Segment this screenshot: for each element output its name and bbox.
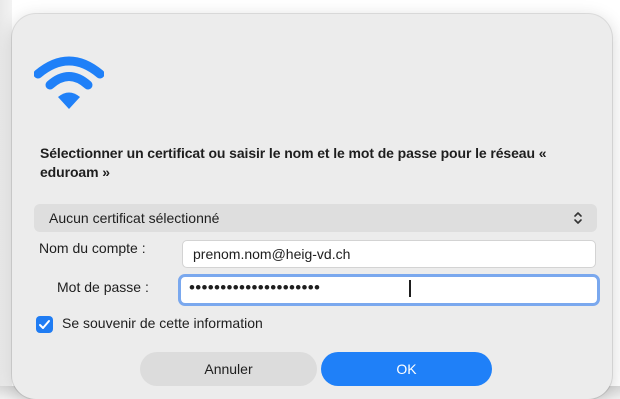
password-label: Mot de passe :: [57, 279, 149, 295]
ok-button[interactable]: OK: [321, 352, 492, 386]
text-caret: [409, 280, 411, 297]
remember-checkbox[interactable]: [36, 316, 53, 333]
password-field[interactable]: •••••••••••••••••••••: [178, 274, 600, 306]
window-edge: [0, 0, 12, 399]
dialog-message: Sélectionner un certificat ou saisir le …: [40, 145, 547, 180]
chevron-up-down-icon: [574, 212, 582, 224]
account-name-field[interactable]: prenom.nom@heig-vd.ch: [182, 240, 596, 268]
wifi-credentials-dialog: Sélectionner un certificat ou saisir le …: [12, 14, 612, 399]
password-value: •••••••••••••••••••••: [189, 278, 321, 297]
account-label: Nom du compte :: [39, 240, 146, 256]
certificate-select-value: Aucun certificat sélectionné: [49, 210, 220, 226]
remember-label: Se souvenir de cette information: [62, 315, 263, 331]
certificate-select[interactable]: Aucun certificat sélectionné: [34, 204, 597, 232]
cancel-button[interactable]: Annuler: [140, 352, 317, 386]
wifi-icon: [34, 56, 104, 109]
checkmark-icon: [39, 320, 50, 329]
account-name-value: prenom.nom@heig-vd.ch: [193, 246, 351, 262]
